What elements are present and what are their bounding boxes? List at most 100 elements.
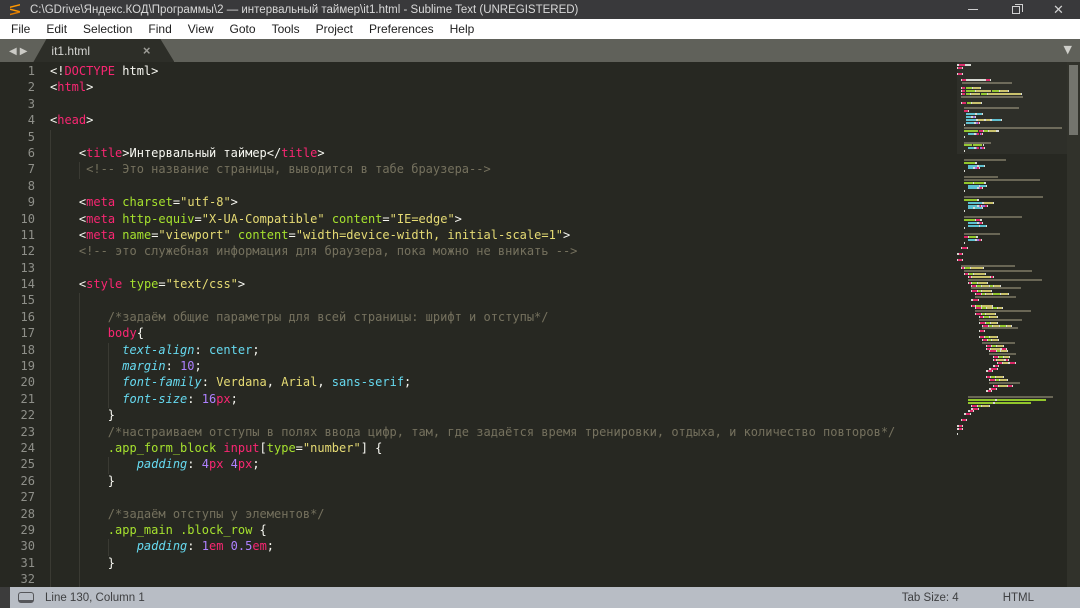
tab-label: it1.html xyxy=(51,43,91,58)
menu-item-find[interactable]: Find xyxy=(140,20,179,38)
indent-guide xyxy=(78,424,80,441)
indent-guide xyxy=(78,440,80,458)
indent-guide xyxy=(107,342,109,360)
code-line: font-size: 16px; xyxy=(44,391,956,409)
indent-guide xyxy=(50,145,51,163)
menu-item-file[interactable]: File xyxy=(3,20,38,38)
scrollbar-thumb[interactable] xyxy=(1069,65,1078,135)
menu-item-preferences[interactable]: Preferences xyxy=(361,20,442,38)
indent-guide xyxy=(50,326,51,343)
tab-scroll-left-icon[interactable]: ◀ xyxy=(9,47,17,57)
line-number: 1 xyxy=(27,64,35,78)
minimap-viewport[interactable] xyxy=(957,62,1067,154)
indent-guide xyxy=(78,342,80,360)
indent-guide xyxy=(78,490,80,507)
code-line: <style type="text/css"> xyxy=(44,277,956,294)
indent-guide xyxy=(107,359,109,376)
line-number: 8 xyxy=(27,178,35,193)
indent-guide xyxy=(50,342,51,360)
status-tab-size[interactable]: Tab Size: 4 xyxy=(902,592,959,604)
status-line-col[interactable]: Line 130, Column 1 xyxy=(45,592,902,604)
minimap-row xyxy=(957,433,1067,436)
indent-guide xyxy=(78,506,80,523)
code-line: font-family: Verdana, Arial, sans-serif; xyxy=(44,375,956,392)
tab-it1-html[interactable]: it1.html × xyxy=(33,39,174,62)
line-number: 7 xyxy=(27,162,35,177)
indent-guide xyxy=(50,539,51,556)
indent-guide xyxy=(50,293,51,310)
indent-guide xyxy=(50,408,51,425)
menu-item-tools[interactable]: Tools xyxy=(264,20,308,38)
code-area[interactable]: <!DOCTYPE html> <html> <head> <title>Интер… xyxy=(44,64,956,587)
line-number: 18 xyxy=(20,342,35,357)
code-line xyxy=(44,490,956,507)
line-number: 6 xyxy=(27,145,35,160)
indent-guide xyxy=(78,539,80,556)
menu-item-edit[interactable]: Edit xyxy=(38,20,75,38)
titlebar[interactable]: C:\GDrive\Яндекс.КОД\Программы\2 — интер… xyxy=(0,0,1080,19)
restore-button[interactable] xyxy=(994,0,1037,19)
close-button[interactable]: ✕ xyxy=(1037,0,1080,19)
code-line: <html> xyxy=(50,80,94,95)
sublime-window: C:\GDrive\Яндекс.КОД\Программы\2 — интер… xyxy=(0,0,1080,608)
menu-item-project[interactable]: Project xyxy=(308,20,361,38)
indent-guide xyxy=(50,506,51,523)
indent-guide xyxy=(78,326,80,343)
indent-guide xyxy=(50,457,51,474)
code-line: <!-- Это название страницы, выводится в … xyxy=(44,162,956,179)
code-line: /*настраиваем отступы в полях ввода цифр… xyxy=(44,424,956,441)
menubar: File Edit Selection Find View Goto Tools Projec… xyxy=(0,19,1080,39)
scrollbar-track[interactable] xyxy=(1067,62,1080,587)
code-line: .app_main .block_row { xyxy=(44,522,956,540)
code-line: <!DOCTYPE html> xyxy=(50,64,159,78)
line-number: 2 xyxy=(27,80,35,95)
indent-guide xyxy=(50,522,51,540)
code-line: <meta charset="utf-8"> xyxy=(44,195,956,212)
indent-guide xyxy=(50,440,51,458)
code-line xyxy=(44,178,956,196)
code-line: <!-- это служебная информация для браузе… xyxy=(44,244,956,261)
line-number: 21 xyxy=(20,391,35,406)
indent-guide xyxy=(50,277,51,294)
indent-guide xyxy=(50,244,51,261)
indent-guide xyxy=(50,359,51,376)
code-line: } xyxy=(44,473,956,491)
indent-guide xyxy=(50,391,51,409)
menu-item-goto[interactable]: Goto xyxy=(222,20,264,38)
line-number: 10 xyxy=(20,211,35,226)
line-number: 15 xyxy=(20,293,35,308)
line-number: 11 xyxy=(20,227,35,242)
menu-item-selection[interactable]: Selection xyxy=(75,20,140,38)
indent-guide xyxy=(50,424,51,441)
status-syntax[interactable]: HTML xyxy=(1003,592,1034,604)
indent-guide xyxy=(78,293,80,310)
code-line: /*задаём отступы у элементов*/ xyxy=(44,506,956,523)
line-number: 3 xyxy=(27,96,35,111)
menu-item-help[interactable]: Help xyxy=(442,20,483,38)
indent-guide xyxy=(78,555,80,573)
indent-guide xyxy=(78,359,80,376)
line-number: 19 xyxy=(20,359,35,374)
line-number: 20 xyxy=(20,375,35,390)
code-line xyxy=(44,293,956,310)
statusbar: Line 130, Column 1 Tab Size: 4 HTML xyxy=(0,587,1080,608)
code-line: /*задаём общие параметры для всей страни… xyxy=(44,309,956,327)
indent-guide xyxy=(50,555,51,573)
indent-guide xyxy=(78,391,80,409)
status-monitor-icon[interactable] xyxy=(18,592,34,603)
menu-item-view[interactable]: View xyxy=(180,20,222,38)
editor[interactable]: 1 2 3 4 5 6 7 8 9 10 11 12 13 14 15 16 17 18 19 20 21 22 23 24 2… xyxy=(0,62,1080,587)
line-number: 24 xyxy=(20,440,35,455)
code-line: margin: 10; xyxy=(44,359,956,376)
indent-guide xyxy=(50,572,51,587)
indent-guide xyxy=(50,162,51,179)
code-line: <head> xyxy=(50,113,94,128)
code-line: text-align: center; xyxy=(44,342,956,360)
minimize-button[interactable] xyxy=(951,0,994,19)
line-number: 16 xyxy=(20,309,35,324)
tab-scroll-right-icon[interactable]: ▶ xyxy=(20,47,28,57)
tabbar: ◀ ▶ it1.html × ▼ xyxy=(0,39,1080,62)
tab-close-icon[interactable]: × xyxy=(143,44,151,57)
tab-overflow-icon[interactable]: ▼ xyxy=(1064,43,1072,56)
code-line: .app_form_block input[type="number"] { xyxy=(44,440,956,458)
